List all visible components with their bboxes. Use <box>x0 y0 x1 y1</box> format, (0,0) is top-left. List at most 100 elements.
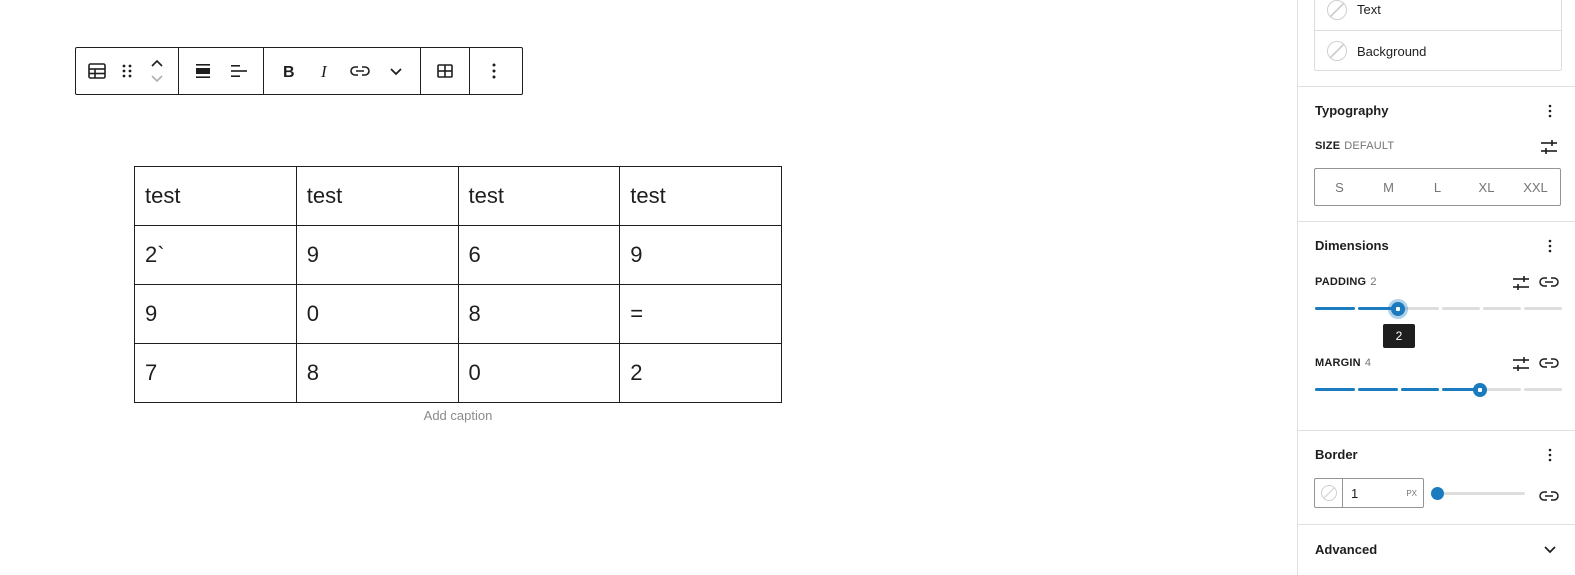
border-link-icon[interactable] <box>1539 486 1559 506</box>
table-cell[interactable]: 9 <box>295 225 459 285</box>
padding-slider[interactable] <box>1315 302 1562 316</box>
dimensions-options-icon[interactable] <box>1542 238 1558 254</box>
text-color-item[interactable]: Text <box>1315 0 1561 30</box>
more-rich-text-icon[interactable] <box>378 48 414 94</box>
background-color-item[interactable]: Background <box>1315 30 1561 71</box>
table-cell[interactable]: 9 <box>619 225 782 285</box>
table-row: 2` 9 6 9 <box>134 225 782 285</box>
panel-divider <box>1298 86 1575 87</box>
font-size-toggle-group: S M L XL XXL <box>1314 168 1561 206</box>
panel-divider <box>1298 430 1575 431</box>
padding-link-icon[interactable] <box>1539 272 1559 292</box>
padding-label-text: PADDING <box>1315 276 1367 288</box>
margin-slider-segment <box>1401 388 1439 391</box>
size-option-xxl[interactable]: XXL <box>1511 169 1560 205</box>
border-width-input[interactable]: 1 <box>1343 486 1406 501</box>
padding-value-tooltip: 2 <box>1383 324 1415 348</box>
bold-icon[interactable]: B <box>270 48 306 94</box>
table-cell[interactable]: test <box>619 166 782 226</box>
table-row: 7 8 0 2 <box>134 343 782 403</box>
alignment-group <box>179 48 264 94</box>
padding-slider-segment <box>1401 307 1439 310</box>
table-cell[interactable]: test <box>457 166 621 226</box>
settings-sidebar: Text Background Typography SIZE DEFAULT S… <box>1297 0 1575 575</box>
panel-divider <box>1298 221 1575 222</box>
align-left-icon[interactable] <box>221 48 257 94</box>
padding-slider-thumb[interactable] <box>1391 302 1405 316</box>
table-cell[interactable]: 8 <box>457 284 621 344</box>
table-cell[interactable]: 0 <box>457 343 621 403</box>
table-cell[interactable]: 7 <box>134 343 297 403</box>
table-block-icon[interactable] <box>82 48 112 94</box>
table-cell[interactable]: 2` <box>134 225 297 285</box>
move-up-icon[interactable] <box>150 55 164 71</box>
border-title: Border <box>1315 447 1358 462</box>
size-option-s[interactable]: S <box>1315 169 1364 205</box>
border-width-control: 1 PX <box>1314 478 1424 508</box>
dimensions-title: Dimensions <box>1315 238 1389 253</box>
border-width-slider-thumb[interactable] <box>1431 487 1444 500</box>
move-down-icon[interactable] <box>150 71 164 87</box>
table-caption-input[interactable]: Add caption <box>134 408 782 423</box>
background-color-swatch-icon <box>1327 41 1347 61</box>
font-size-value: DEFAULT <box>1344 140 1395 152</box>
padding-slider-segment <box>1442 307 1480 310</box>
custom-size-settings-icon[interactable] <box>1539 137 1559 157</box>
color-settings-list: Text Background <box>1314 0 1562 71</box>
table-row: test test test test <box>134 166 782 226</box>
background-color-label: Background <box>1357 43 1427 59</box>
italic-icon[interactable]: I <box>306 48 342 94</box>
size-option-xl[interactable]: XL <box>1462 169 1511 205</box>
table-row: 9 0 8 = <box>134 284 782 344</box>
size-option-l[interactable]: L <box>1413 169 1462 205</box>
margin-link-icon[interactable] <box>1539 353 1559 373</box>
padding-slider-segment <box>1483 307 1521 310</box>
drag-handle-icon[interactable] <box>112 48 142 94</box>
padding-label: PADDING 2 <box>1315 276 1377 288</box>
table-cell[interactable]: test <box>134 166 297 226</box>
font-size-label: SIZE DEFAULT <box>1315 140 1394 152</box>
text-color-label: Text <box>1357 2 1381 17</box>
border-options-icon[interactable] <box>1542 447 1558 463</box>
table-cell[interactable]: 2 <box>619 343 782 403</box>
svg-text:B: B <box>283 64 295 81</box>
typography-title: Typography <box>1315 103 1389 118</box>
border-color-button[interactable] <box>1315 479 1343 507</box>
font-size-label-text: SIZE <box>1315 140 1341 152</box>
margin-slider-segment <box>1315 388 1355 391</box>
border-unit-select[interactable]: PX <box>1406 489 1423 498</box>
padding-value: 2 <box>1370 276 1377 288</box>
table-edit-group <box>421 48 470 94</box>
margin-slider-segment <box>1483 388 1521 391</box>
table-cell[interactable]: 9 <box>134 284 297 344</box>
margin-custom-settings-icon[interactable] <box>1511 354 1531 374</box>
block-mover <box>142 48 172 94</box>
table-cell[interactable]: test <box>295 166 459 226</box>
margin-slider-segment <box>1358 388 1398 391</box>
padding-custom-settings-icon[interactable] <box>1511 273 1531 293</box>
align-wide-icon[interactable] <box>185 48 221 94</box>
options-icon[interactable] <box>476 48 512 94</box>
border-color-swatch-icon <box>1320 485 1337 501</box>
formatting-group: B I <box>264 48 421 94</box>
table-cell[interactable]: = <box>619 284 782 344</box>
border-width-slider-track[interactable] <box>1437 492 1525 495</box>
margin-label: MARGIN 4 <box>1315 357 1371 369</box>
panel-divider <box>1298 524 1575 525</box>
svg-text:I: I <box>320 62 328 81</box>
table-cell[interactable]: 0 <box>295 284 459 344</box>
block-switcher-group <box>76 48 179 94</box>
typography-options-icon[interactable] <box>1542 103 1558 119</box>
link-icon[interactable] <box>342 48 378 94</box>
edit-table-icon[interactable] <box>427 48 463 94</box>
margin-slider-thumb[interactable] <box>1473 383 1487 397</box>
table-cell[interactable]: 6 <box>457 225 621 285</box>
size-option-m[interactable]: M <box>1364 169 1413 205</box>
padding-slider-segment <box>1315 307 1355 310</box>
advanced-title[interactable]: Advanced <box>1315 542 1377 557</box>
chevron-down-icon[interactable] <box>1542 542 1558 558</box>
margin-slider[interactable] <box>1315 383 1562 397</box>
margin-label-text: MARGIN <box>1315 357 1361 369</box>
block-toolbar: B I <box>75 47 523 95</box>
table-cell[interactable]: 8 <box>295 343 459 403</box>
